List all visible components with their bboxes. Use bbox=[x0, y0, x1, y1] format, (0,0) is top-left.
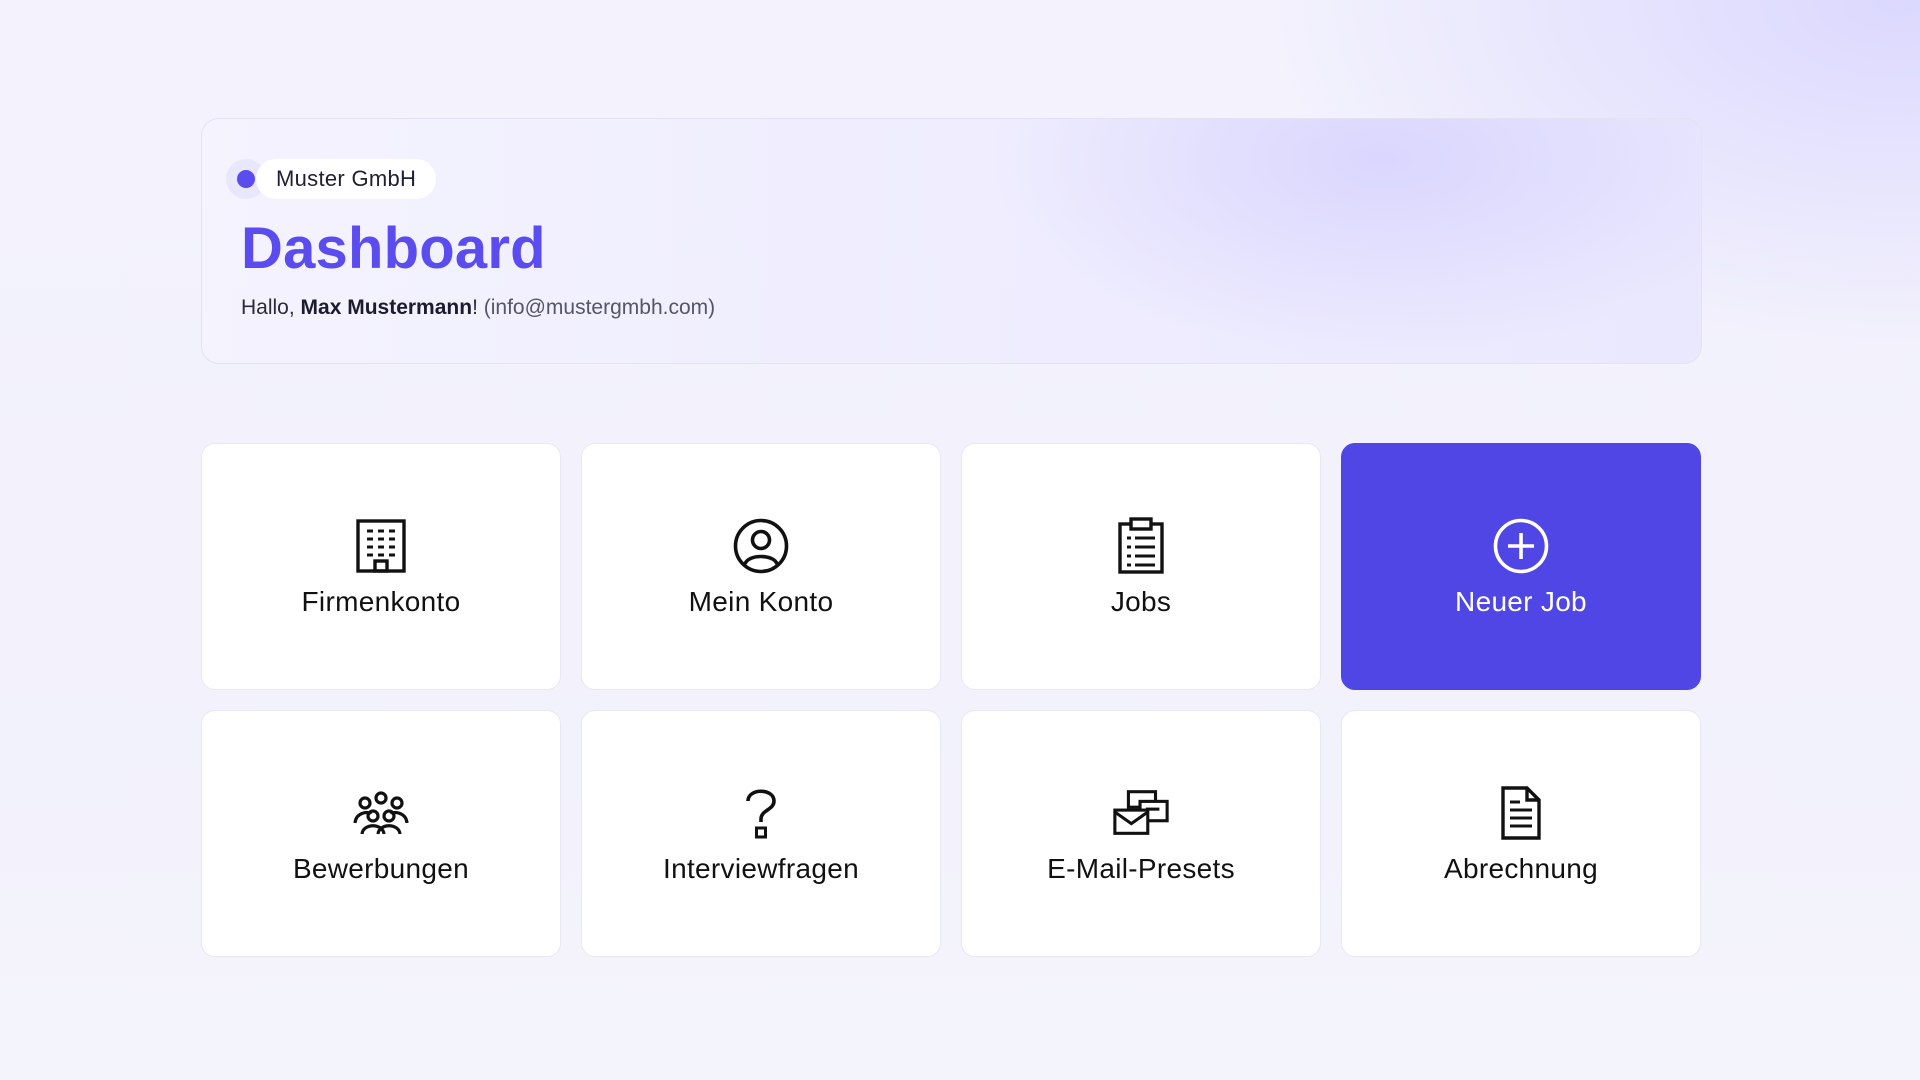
plus-circle-icon bbox=[1491, 516, 1551, 576]
clipboard-icon bbox=[1111, 516, 1171, 576]
tile-label: Bewerbungen bbox=[292, 852, 470, 884]
tile-jobs[interactable]: Jobs bbox=[961, 443, 1321, 690]
greeting: Hallo, Max Mustermann! (info@mustergmbh.… bbox=[241, 296, 715, 320]
tile-firmenkonto[interactable]: Firmenkonto bbox=[201, 443, 561, 690]
user-name: Max Mustermann bbox=[300, 296, 473, 319]
user-circle-icon bbox=[731, 516, 791, 576]
people-group-icon bbox=[351, 783, 411, 843]
user-email: (info@mustergmbh.com) bbox=[483, 296, 716, 319]
building-icon bbox=[351, 516, 411, 576]
company-badge: Muster GmbH bbox=[226, 159, 437, 199]
question-mark-icon bbox=[731, 783, 791, 843]
tile-label: Jobs bbox=[1110, 585, 1172, 617]
tile-abrechnung[interactable]: Abrechnung bbox=[1341, 710, 1701, 957]
status-dot bbox=[237, 170, 255, 188]
tile-bewerbungen[interactable]: Bewerbungen bbox=[201, 710, 561, 957]
tile-label: Mein Konto bbox=[688, 585, 834, 617]
company-name: Muster GmbH bbox=[256, 159, 437, 199]
tile-interviewfragen[interactable]: Interviewfragen bbox=[581, 710, 941, 957]
tile-label: Neuer Job bbox=[1455, 585, 1587, 617]
tile-label: Interviewfragen bbox=[663, 852, 859, 884]
greeting-prefix: Hallo, bbox=[241, 296, 301, 319]
tile-label: E-Mail-Presets bbox=[1047, 852, 1235, 884]
tile-email-presets[interactable]: E-Mail-Presets bbox=[961, 710, 1321, 957]
document-icon bbox=[1491, 783, 1551, 843]
tile-label: Firmenkonto bbox=[301, 585, 461, 617]
greeting-suffix: ! bbox=[472, 296, 484, 319]
page-title: Dashboard bbox=[241, 216, 546, 281]
header-card: Muster GmbH Dashboard Hallo, Max Musterm… bbox=[201, 118, 1702, 364]
tile-mein-konto[interactable]: Mein Konto bbox=[581, 443, 941, 690]
envelopes-icon bbox=[1111, 783, 1171, 843]
tile-neuer-job[interactable]: Neuer Job bbox=[1341, 443, 1701, 690]
tile-label: Abrechnung bbox=[1443, 852, 1598, 884]
